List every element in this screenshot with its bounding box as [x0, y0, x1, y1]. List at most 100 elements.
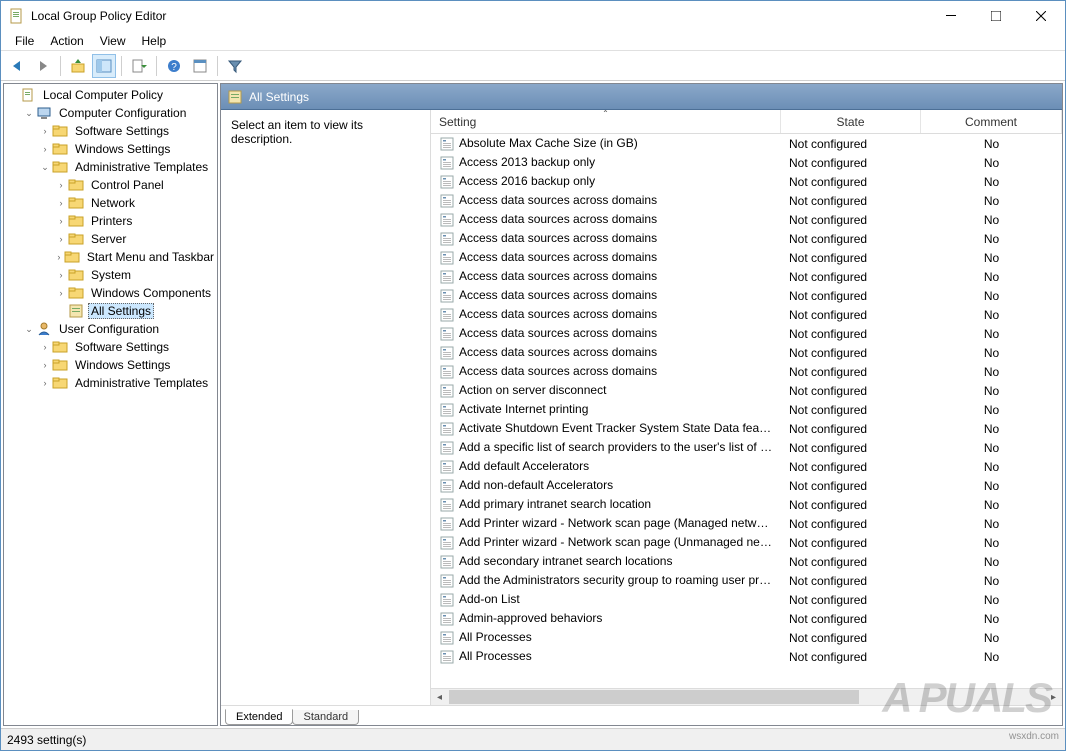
table-row[interactable]: Access 2016 backup onlyNot configuredNo: [431, 172, 1062, 191]
table-row[interactable]: Absolute Max Cache Size (in GB)Not confi…: [431, 134, 1062, 153]
table-row[interactable]: Access data sources across domainsNot co…: [431, 210, 1062, 229]
expand-icon[interactable]: ›: [54, 268, 68, 282]
tree-item[interactable]: ›Windows Settings: [36, 356, 217, 374]
cell-setting: Access 2013 backup only: [431, 153, 781, 172]
expand-icon[interactable]: ›: [54, 286, 68, 300]
policy-item-icon: [439, 174, 455, 190]
column-header-setting[interactable]: Setting⌃: [431, 110, 781, 133]
tree-item[interactable]: ›Windows Settings: [36, 140, 217, 158]
table-row[interactable]: Add default AcceleratorsNot configuredNo: [431, 457, 1062, 476]
cell-setting: Access data sources across domains: [431, 324, 781, 343]
tree-label: User Configuration: [56, 321, 162, 337]
table-row[interactable]: Activate Shutdown Event Tracker System S…: [431, 419, 1062, 438]
table-row[interactable]: Add-on ListNot configuredNo: [431, 590, 1062, 609]
expand-icon[interactable]: ›: [54, 178, 68, 192]
tree-item[interactable]: › Server: [52, 230, 217, 248]
scroll-thumb[interactable]: [449, 690, 859, 704]
list-body[interactable]: Absolute Max Cache Size (in GB)Not confi…: [431, 134, 1062, 688]
folder-icon: [52, 141, 68, 157]
table-row[interactable]: Access data sources across domainsNot co…: [431, 305, 1062, 324]
tree-item[interactable]: ›Network: [52, 194, 217, 212]
tree-user-config[interactable]: ⌄ User Configuration: [20, 320, 217, 338]
table-row[interactable]: Access data sources across domainsNot co…: [431, 248, 1062, 267]
expand-icon[interactable]: ›: [38, 142, 52, 156]
expand-icon[interactable]: ›: [38, 358, 52, 372]
table-row[interactable]: Add a specific list of search providers …: [431, 438, 1062, 457]
tree-item[interactable]: ›Start Menu and Taskbar: [52, 248, 217, 266]
tree-pane[interactable]: Local Computer Policy ⌄ Computer Configu…: [3, 83, 218, 726]
properties-button[interactable]: [188, 54, 212, 78]
column-header-comment[interactable]: Comment: [921, 110, 1062, 133]
column-header-state[interactable]: State: [781, 110, 921, 133]
expand-icon[interactable]: ›: [38, 124, 52, 138]
tree-item[interactable]: ›Software Settings: [36, 122, 217, 140]
menu-help[interactable]: Help: [134, 32, 175, 50]
cell-state: Not configured: [781, 514, 921, 533]
tree-item[interactable]: ›Printers: [52, 212, 217, 230]
table-row[interactable]: Add the Administrators security group to…: [431, 571, 1062, 590]
table-row[interactable]: Add Printer wizard - Network scan page (…: [431, 514, 1062, 533]
minimize-button[interactable]: [928, 2, 973, 30]
cell-comment: No: [921, 248, 1062, 267]
table-row[interactable]: Add Printer wizard - Network scan page (…: [431, 533, 1062, 552]
cell-state: Not configured: [781, 248, 921, 267]
table-row[interactable]: Add secondary intranet search locationsN…: [431, 552, 1062, 571]
folder-icon: [68, 285, 84, 301]
cell-state: Not configured: [781, 381, 921, 400]
tree-label: Server: [88, 231, 129, 247]
tree-item[interactable]: ›Administrative Templates: [36, 374, 217, 392]
close-button[interactable]: [1018, 2, 1063, 30]
export-button[interactable]: [127, 54, 151, 78]
cell-setting: Add secondary intranet search locations: [431, 552, 781, 571]
expand-icon[interactable]: ›: [54, 214, 68, 228]
tree-computer-config[interactable]: ⌄ Computer Configuration: [20, 104, 217, 122]
scroll-right-button[interactable]: ▸: [1045, 689, 1062, 705]
help-button[interactable]: ?: [162, 54, 186, 78]
menu-action[interactable]: Action: [42, 32, 91, 50]
table-row[interactable]: Access data sources across domainsNot co…: [431, 343, 1062, 362]
up-folder-button[interactable]: [66, 54, 90, 78]
cell-state: Not configured: [781, 134, 921, 153]
menu-view[interactable]: View: [92, 32, 134, 50]
maximize-button[interactable]: [973, 2, 1018, 30]
expand-icon[interactable]: ›: [54, 196, 68, 210]
tree-item[interactable]: ›Software Settings: [36, 338, 217, 356]
table-row[interactable]: Access data sources across domainsNot co…: [431, 267, 1062, 286]
show-tree-button[interactable]: [92, 54, 116, 78]
tab-standard[interactable]: Standard: [292, 710, 359, 725]
tree-admin-templates[interactable]: ⌄Administrative Templates: [36, 158, 217, 176]
tab-extended[interactable]: Extended: [225, 709, 293, 725]
table-row[interactable]: Access data sources across domainsNot co…: [431, 286, 1062, 305]
collapse-icon[interactable]: ⌄: [22, 322, 36, 336]
back-button[interactable]: [5, 54, 29, 78]
table-row[interactable]: Admin-approved behaviorsNot configuredNo: [431, 609, 1062, 628]
table-row[interactable]: Add non-default AcceleratorsNot configur…: [431, 476, 1062, 495]
expand-icon[interactable]: ›: [54, 232, 68, 246]
collapse-icon[interactable]: ⌄: [38, 160, 52, 174]
horizontal-scrollbar[interactable]: ◂ ▸: [431, 688, 1062, 705]
menu-file[interactable]: File: [7, 32, 42, 50]
table-row[interactable]: Action on server disconnectNot configure…: [431, 381, 1062, 400]
expand-icon[interactable]: ›: [38, 340, 52, 354]
table-row[interactable]: Access data sources across domainsNot co…: [431, 191, 1062, 210]
table-row[interactable]: All ProcessesNot configuredNo: [431, 628, 1062, 647]
expand-icon[interactable]: ›: [54, 250, 64, 264]
table-row[interactable]: All ProcessesNot configuredNo: [431, 647, 1062, 666]
tree-all-settings[interactable]: All Settings: [52, 302, 217, 320]
table-row[interactable]: Access 2013 backup onlyNot configuredNo: [431, 153, 1062, 172]
expander-icon[interactable]: [6, 88, 20, 102]
table-row[interactable]: Activate Internet printingNot configured…: [431, 400, 1062, 419]
tree-root[interactable]: Local Computer Policy: [4, 86, 217, 104]
expand-icon[interactable]: ›: [38, 376, 52, 390]
collapse-icon[interactable]: ⌄: [22, 106, 36, 120]
forward-button[interactable]: [31, 54, 55, 78]
table-row[interactable]: Access data sources across domainsNot co…: [431, 324, 1062, 343]
tree-item[interactable]: ›Control Panel: [52, 176, 217, 194]
tree-item[interactable]: ›System: [52, 266, 217, 284]
table-row[interactable]: Access data sources across domainsNot co…: [431, 229, 1062, 248]
filter-button[interactable]: [223, 54, 247, 78]
table-row[interactable]: Add primary intranet search locationNot …: [431, 495, 1062, 514]
table-row[interactable]: Access data sources across domainsNot co…: [431, 362, 1062, 381]
scroll-left-button[interactable]: ◂: [431, 689, 448, 705]
tree-item[interactable]: ›Windows Components: [52, 284, 217, 302]
